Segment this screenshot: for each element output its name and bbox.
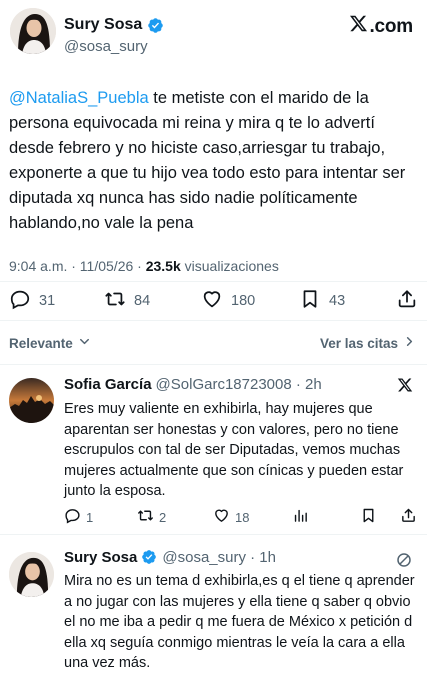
post-body-text: te metiste con el marido de la persona e…: [9, 89, 406, 232]
reply-icon: [64, 507, 81, 527]
like-count: 180: [231, 293, 256, 309]
reply-author-name[interactable]: Sofia García: [64, 376, 152, 393]
reply-header: Sury Sosa @sosa_sury · 1h: [64, 549, 276, 566]
views-count: 23.5k: [145, 258, 181, 274]
reply-text: Eres muy valiente en exhibirla, hay muje…: [64, 401, 404, 499]
bookmark-icon: [360, 507, 377, 527]
share-icon: [396, 288, 418, 314]
reply-action-bar: 1 2 18: [64, 507, 417, 527]
sort-label: Relevante: [9, 335, 73, 351]
x-logo-domain: .com: [369, 15, 413, 37]
author-name-text[interactable]: Sury Sosa: [64, 16, 142, 34]
reply-item[interactable]: Sofia García @SolGarc18723008 · 2h Eres …: [0, 364, 427, 534]
reply-count: 31: [39, 293, 56, 309]
reply-button[interactable]: 31: [9, 288, 55, 314]
verified-badge-icon: [147, 17, 164, 34]
repost-count: 84: [134, 293, 151, 309]
x-logo-icon: [349, 14, 368, 39]
author-handle[interactable]: @sosa_sury: [64, 38, 148, 55]
chevron-right-icon: [402, 334, 417, 352]
reply-author-name[interactable]: Sury Sosa: [64, 549, 137, 566]
repost-button[interactable]: 84: [104, 288, 150, 314]
divider: [0, 281, 427, 282]
author-avatar[interactable]: [10, 8, 56, 54]
repost-icon: [137, 507, 154, 527]
bookmark-button[interactable]: [360, 507, 377, 527]
views-icon: [292, 507, 309, 527]
post-header: Sury Sosa @sosa_sury .com: [0, 0, 427, 72]
views-label: visualizaciones: [180, 258, 279, 274]
x-logo: .com: [349, 14, 413, 39]
author-name[interactable]: Sury Sosa: [64, 16, 164, 34]
like-button[interactable]: 180: [201, 288, 255, 314]
heart-icon: [213, 507, 230, 527]
post-metadata: 9:04 a.m. · 11/05/26 · 23.5k visualizaci…: [9, 258, 279, 274]
like-button[interactable]: 18: [213, 507, 249, 527]
blocked-icon[interactable]: [395, 551, 413, 569]
bookmark-icon: [299, 288, 321, 314]
view-quotes-link[interactable]: Ver las citas: [320, 334, 417, 352]
post-text: @NataliaS_Puebla te metiste con el marid…: [9, 86, 419, 236]
reply-icon: [9, 288, 31, 314]
replies-sort-bar: Relevante Ver las citas: [0, 330, 427, 356]
share-button[interactable]: [396, 288, 418, 314]
reply-count: 1: [86, 509, 94, 525]
heart-icon: [201, 288, 223, 314]
reply-item[interactable]: Sury Sosa @sosa_sury · 1h Mira no es un …: [0, 534, 427, 676]
reply-author-handle[interactable]: @SolGarc18723008 · 2h: [156, 376, 322, 393]
reply-author-handle[interactable]: @sosa_sury · 1h: [162, 549, 276, 566]
reply-header: Sofia García @SolGarc18723008 · 2h: [64, 376, 322, 393]
post-action-bar: 31 84 180 43: [0, 286, 427, 314]
view-quotes-label: Ver las citas: [319, 335, 398, 351]
like-count: 18: [235, 509, 250, 525]
verified-badge-icon: [141, 549, 158, 566]
sort-dropdown[interactable]: Relevante: [9, 334, 92, 352]
bookmark-button[interactable]: 43: [299, 288, 345, 314]
repost-count: 2: [159, 509, 167, 525]
repost-button[interactable]: 2: [137, 507, 166, 527]
x-logo-icon: [397, 377, 413, 393]
divider: [0, 320, 427, 321]
post-timestamp[interactable]: 9:04 a.m. · 11/05/26 ·: [9, 258, 146, 274]
chevron-down-icon: [77, 334, 92, 352]
reply-text: Mira no es un tema d exhibirla,es q el t…: [64, 573, 415, 671]
share-button[interactable]: [400, 507, 417, 527]
mention-link[interactable]: @NataliaS_Puebla: [9, 89, 149, 107]
bookmark-count: 43: [329, 293, 346, 309]
share-icon: [400, 507, 417, 527]
repost-icon: [104, 288, 126, 314]
reply-button[interactable]: 1: [64, 507, 93, 527]
reply-avatar[interactable]: [9, 378, 54, 423]
reply-avatar[interactable]: [9, 552, 54, 597]
views-button[interactable]: [292, 507, 309, 527]
